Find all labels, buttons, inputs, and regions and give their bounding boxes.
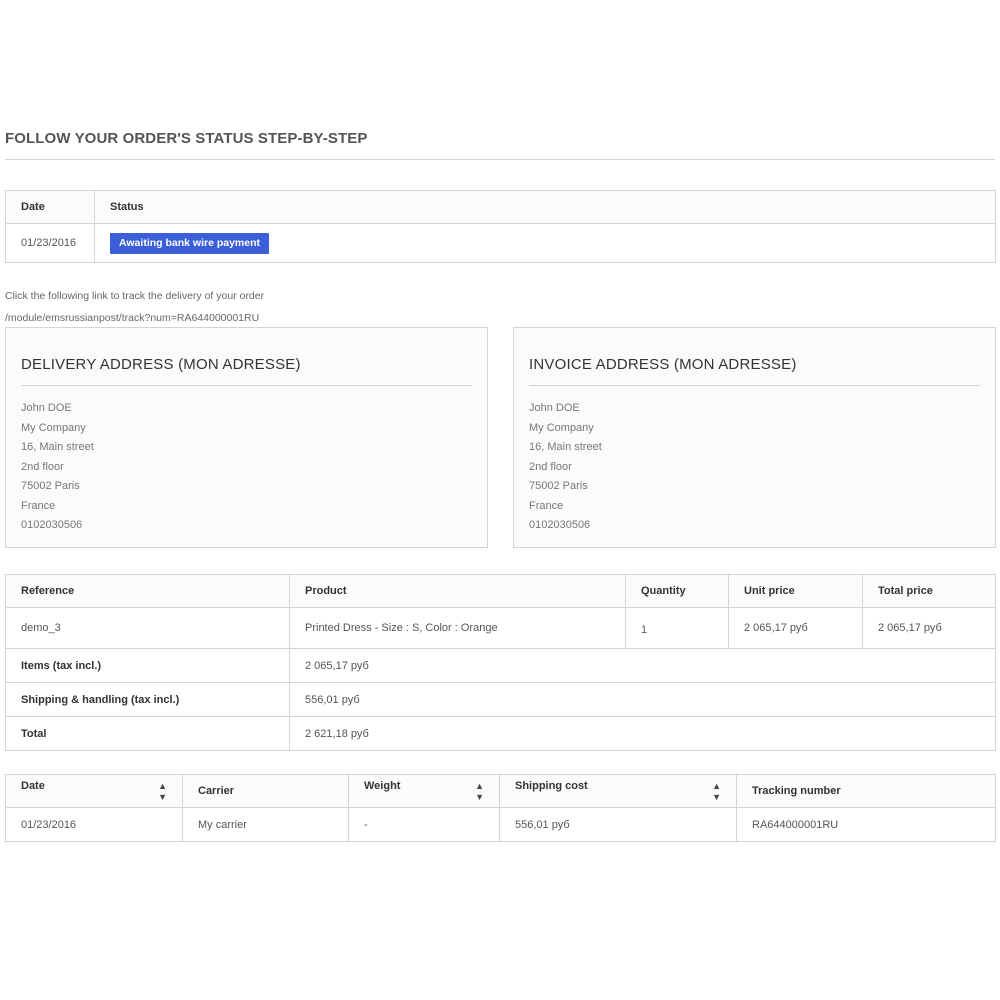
column-header-tracking-number: Tracking number <box>736 774 996 808</box>
column-header-status: Status <box>94 190 996 224</box>
invoice-address-box: INVOICE ADDRESS (MON ADRESSE) John DOE M… <box>513 327 996 548</box>
address-line: My Company <box>529 421 594 434</box>
table-header-row: Date ▲ ▼ Carrier Weight ▲ ▼ Shipping cost … <box>5 774 996 808</box>
address-line: My Company <box>21 421 86 434</box>
column-header-date: Date <box>5 190 95 224</box>
address-line: 75002 Paris <box>529 480 588 492</box>
status-cell: Awaiting bank wire payment <box>94 223 996 263</box>
summary-row-items: Items (tax incl.) 2 065,17 руб <box>5 648 996 683</box>
column-header-unit-price: Unit price <box>728 574 863 608</box>
shipping-date: 01/23/2016 <box>5 807 183 842</box>
column-header-reference: Reference <box>5 574 290 608</box>
invoice-address-title: INVOICE ADDRESS (MON ADRESSE) <box>529 356 980 386</box>
address-line: 75002 Paris <box>21 480 80 492</box>
address-line: John DOE <box>529 402 580 414</box>
order-status-table: Date Status 01/23/2016 Awaiting bank wir… <box>5 190 996 263</box>
column-header-carrier: Carrier <box>182 774 349 808</box>
summary-label: Total <box>5 716 290 751</box>
delivery-address-box: DELIVERY ADDRESS (MON ADRESSE) John DOE … <box>5 327 488 548</box>
product-name: Printed Dress - Size : S, Color : Orange <box>289 607 626 649</box>
order-products-table: Reference Product Quantity Unit price To… <box>5 574 996 751</box>
sort-icon[interactable]: ▲ ▼ <box>475 781 484 803</box>
shipping-cost: 556,01 руб <box>499 807 737 842</box>
table-header-row: Reference Product Quantity Unit price To… <box>5 574 996 608</box>
add-message-heading: ADD A MESSAGE <box>5 866 205 874</box>
address-line: France <box>529 499 564 512</box>
shipping-weight: - <box>348 807 500 842</box>
summary-row-shipping: Shipping & handling (tax incl.) 556,01 р… <box>5 682 996 717</box>
summary-label: Shipping & handling (tax incl.) <box>5 682 290 717</box>
summary-label: Items (tax incl.) <box>5 648 290 683</box>
address-line: John DOE <box>21 402 72 414</box>
summary-value: 556,01 руб <box>289 682 996 717</box>
address-line: France <box>21 499 56 512</box>
column-header-label: Shipping cost <box>515 779 588 792</box>
product-unit-price: 2 065,17 руб <box>728 607 863 649</box>
column-header-date[interactable]: Date ▲ ▼ <box>5 774 183 808</box>
address-line: 2nd floor <box>529 460 572 473</box>
sort-icon[interactable]: ▲ ▼ <box>712 781 721 803</box>
shipping-carrier-table: Date ▲ ▼ Carrier Weight ▲ ▼ Shipping cost … <box>5 774 996 842</box>
column-header-shipping-cost[interactable]: Shipping cost ▲ ▼ <box>499 774 737 808</box>
status-badge: Awaiting bank wire payment <box>110 232 270 254</box>
delivery-address-title: DELIVERY ADDRESS (MON ADRESSE) <box>21 356 472 386</box>
tracking-number: RA644000001RU <box>736 807 996 842</box>
product-reference: demo_3 <box>5 607 290 649</box>
product-quantity: 1 <box>625 607 729 649</box>
summary-value: 2 065,17 руб <box>289 648 996 683</box>
column-header-product: Product <box>289 574 626 608</box>
tracking-link[interactable]: /module/emsrussianpost/track?num=RA64400… <box>5 312 259 324</box>
address-line: 16, Main street <box>529 441 602 453</box>
address-line: 0102030506 <box>21 519 83 531</box>
column-header-quantity: Quantity <box>625 574 729 608</box>
column-header-label: Date <box>21 779 45 792</box>
table-row: demo_3 Printed Dress - Size : S, Color :… <box>5 607 996 649</box>
table-header-row: Date Status <box>5 190 996 224</box>
table-row: 01/23/2016 My carrier - 556,01 руб RA644… <box>5 807 996 842</box>
address-line: 2nd floor <box>21 460 64 473</box>
address-line: 0102030506 <box>529 519 591 531</box>
column-header-weight[interactable]: Weight ▲ ▼ <box>348 774 500 808</box>
product-total-price: 2 065,17 руб <box>862 607 996 649</box>
status-date: 01/23/2016 <box>5 223 95 263</box>
column-header-total-price: Total price <box>862 574 996 608</box>
table-row: 01/23/2016 Awaiting bank wire payment <box>5 223 996 263</box>
column-header-label: Weight <box>364 779 401 792</box>
summary-value: 2 621,18 руб <box>289 716 996 751</box>
summary-row-total: Total 2 621,18 руб <box>5 716 996 751</box>
sort-icon[interactable]: ▲ ▼ <box>158 781 167 803</box>
tracking-instruction: Click the following link to track the de… <box>5 290 265 302</box>
page-title: FOLLOW YOUR ORDER'S STATUS STEP-BY-STEP <box>5 130 995 160</box>
address-line: 16, Main street <box>21 441 94 453</box>
carrier-name: My carrier <box>182 807 349 842</box>
